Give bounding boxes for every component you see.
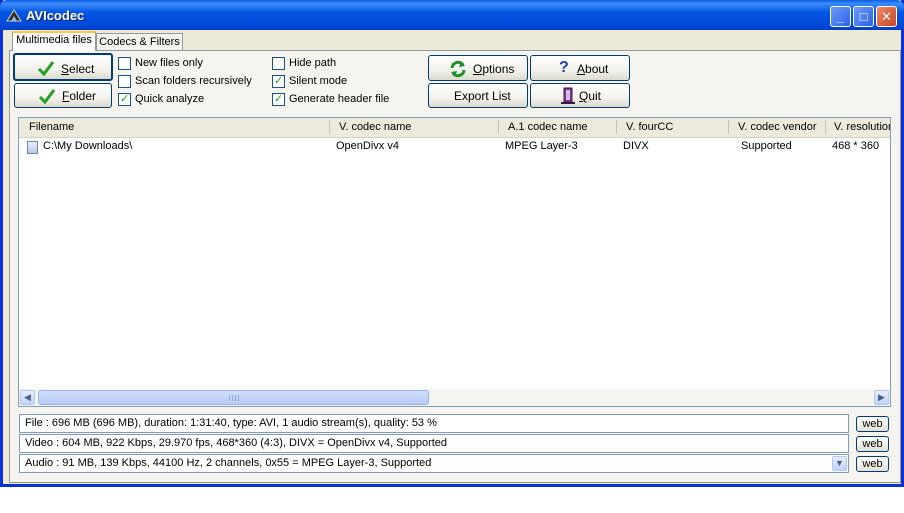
options-button[interactable]: Options xyxy=(428,55,528,81)
column-header-filename[interactable]: Filename xyxy=(29,121,74,133)
checkmark-icon: ✓ xyxy=(120,93,130,105)
audio-info-text: Audio : 91 MB, 139 Kbps, 44100 Hz, 2 cha… xyxy=(25,457,432,469)
options-mnemonic: O xyxy=(473,62,483,76)
column-divider[interactable] xyxy=(329,120,330,134)
column-header-fourcc[interactable]: V. fourCC xyxy=(626,121,673,133)
scrollbar-thumb[interactable] xyxy=(38,390,429,405)
maximize-button[interactable]: □ xyxy=(853,6,874,27)
cell-vendor: Supported xyxy=(741,140,792,152)
column-divider[interactable] xyxy=(616,120,617,134)
checkbox-label: Hide path xyxy=(289,57,337,69)
checkbox-label: Scan folders recursively xyxy=(135,75,252,87)
cell-filename: C:\My Downloads\ xyxy=(43,140,133,152)
about-button[interactable]: ? About xyxy=(530,55,630,81)
export-list-label: Export List xyxy=(454,89,511,103)
chevron-down-icon[interactable]: ▼ xyxy=(832,456,847,471)
title-bar[interactable]: AVIcodec _ □ ✕ xyxy=(0,0,904,30)
refresh-icon xyxy=(450,60,466,78)
window-title: AVIcodec xyxy=(26,8,85,23)
checkmark-icon: ✓ xyxy=(274,75,284,87)
folder-button[interactable]: Folder xyxy=(14,83,112,108)
about-label: bout xyxy=(585,62,609,76)
audio-info-dropdown[interactable]: Audio : 91 MB, 139 Kbps, 44100 Hz, 2 cha… xyxy=(19,454,849,473)
quit-icon xyxy=(561,87,575,104)
cell-v-codec: OpenDivx v4 xyxy=(336,140,399,152)
checkbox-box xyxy=(272,57,285,70)
question-icon: ? xyxy=(559,59,569,76)
options-label: ptions xyxy=(482,62,515,76)
minimize-button[interactable]: _ xyxy=(830,6,851,27)
tab-multimedia-files[interactable]: Multimedia files xyxy=(12,31,96,51)
checkbox-label: Quick analyze xyxy=(135,93,205,105)
app-icon xyxy=(6,9,22,22)
checkbox-box xyxy=(118,57,131,70)
scroll-right-icon[interactable]: ▶ xyxy=(874,390,889,405)
app-window: AVIcodec _ □ ✕ Codecs & Filters Multimed… xyxy=(0,0,904,487)
select-mnemonic: S xyxy=(61,62,70,76)
close-button[interactable]: ✕ xyxy=(876,6,897,27)
check-icon xyxy=(38,89,56,104)
close-icon: ✕ xyxy=(881,9,892,24)
cell-fourcc: DIVX xyxy=(623,140,649,152)
folder-label: older xyxy=(69,89,97,103)
cell-a-codec: MPEG Layer-3 xyxy=(505,140,578,152)
minimize-icon: _ xyxy=(836,9,845,24)
column-header-resolution[interactable]: V. resolution xyxy=(834,121,890,133)
video-info-line: Video : 604 MB, 922 Kbps, 29.970 fps, 46… xyxy=(19,434,849,453)
audio-web-button[interactable]: web xyxy=(856,456,889,472)
quit-mnemonic: Q xyxy=(579,89,589,103)
file-info-line: File : 696 MB (696 MB), duration: 1:31:4… xyxy=(19,414,849,433)
column-header-vendor[interactable]: V. codec vendor xyxy=(738,121,816,133)
horizontal-scrollbar[interactable]: ◀ ▶ xyxy=(19,389,890,406)
tab-codecs-filters[interactable]: Codecs & Filters xyxy=(96,33,183,51)
grip-icon xyxy=(229,395,241,401)
checkbox-label: Silent mode xyxy=(289,75,348,87)
checkbox-box xyxy=(118,75,131,88)
select-button[interactable]: Select xyxy=(13,53,113,81)
column-header-v-codec[interactable]: V. codec name xyxy=(339,121,411,133)
checkbox-box: ✓ xyxy=(118,93,131,106)
export-list-button[interactable]: Export List xyxy=(428,83,528,108)
file-list[interactable]: Filename V. codec name A.1 codec name V.… xyxy=(18,117,891,407)
quit-button[interactable]: Quit xyxy=(530,83,630,108)
video-web-button[interactable]: web xyxy=(856,436,889,452)
column-header-a-codec[interactable]: A.1 codec name xyxy=(508,121,588,133)
select-label: elect xyxy=(69,62,95,76)
checkmark-icon: ✓ xyxy=(274,93,284,105)
checkbox-label: Generate header file xyxy=(289,93,390,105)
check-icon xyxy=(37,61,55,76)
column-divider[interactable] xyxy=(498,120,499,134)
checkbox-label: New files only xyxy=(135,57,203,69)
column-divider[interactable] xyxy=(728,120,729,134)
list-header: Filename V. codec name A.1 codec name V.… xyxy=(19,118,890,138)
quit-label: uit xyxy=(588,89,602,103)
maximize-icon: □ xyxy=(859,9,868,24)
file-web-button[interactable]: web xyxy=(856,416,889,432)
checkbox-box: ✓ xyxy=(272,75,285,88)
cell-resolution: 468 * 360 xyxy=(832,140,880,152)
file-icon xyxy=(27,141,38,154)
checkbox-box: ✓ xyxy=(272,93,285,106)
scroll-left-icon[interactable]: ◀ xyxy=(20,390,35,405)
column-divider[interactable] xyxy=(825,120,826,134)
about-mnemonic: A xyxy=(577,62,586,76)
